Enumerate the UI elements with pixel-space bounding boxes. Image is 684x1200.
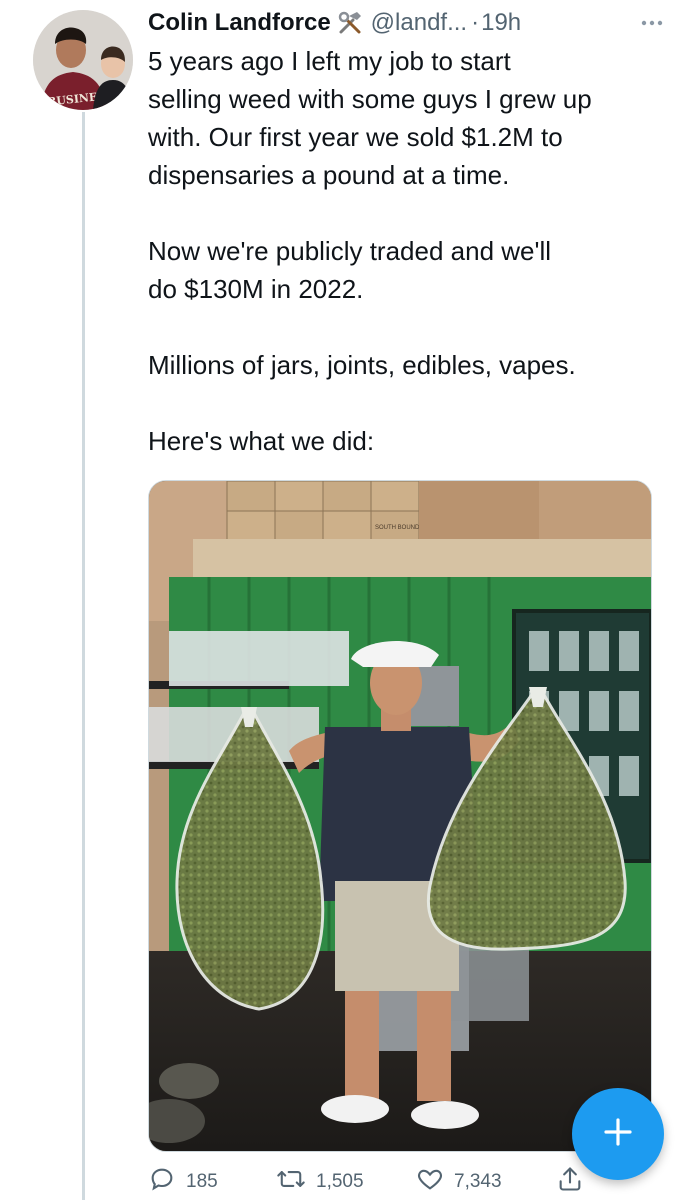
box-label: SOUTH BOUND [375, 525, 420, 531]
retweet-icon [276, 1165, 316, 1199]
tweet-text: 5 years ago I left my job to start selli… [148, 42, 658, 460]
author-handle[interactable]: @landf... [371, 9, 467, 37]
separator-dot: · [471, 9, 480, 36]
tweet-paragraph: Here's what we did: [148, 426, 375, 456]
wooden-beam [193, 539, 651, 579]
tweet-timestamp[interactable]: 19h [481, 9, 521, 37]
author-name[interactable]: Colin Landforce [148, 9, 331, 37]
tweet-paragraph: Millions of jars, joints, edibles, vapes… [148, 350, 576, 380]
reply-icon [148, 1165, 186, 1199]
tweet-paragraph: Now we're publicly traded and we'll do $… [148, 236, 552, 304]
compose-tweet-button[interactable] [572, 1088, 664, 1180]
more-options-icon[interactable] [640, 18, 664, 28]
reply-button[interactable]: 185 [148, 1165, 276, 1199]
tweet-header: Colin Landforce @landf... · 19h [148, 6, 664, 40]
avatar[interactable]: BUSINESS [33, 10, 133, 110]
cardboard-boxes: SOUTH BOUND [226, 481, 651, 548]
plus-icon [601, 1115, 635, 1154]
like-count: 7,343 [454, 1171, 502, 1192]
reply-count: 185 [186, 1171, 218, 1192]
share-button[interactable] [556, 1165, 594, 1199]
like-button[interactable]: 7,343 [416, 1165, 556, 1199]
hammer-wrench-icon [337, 10, 363, 36]
tweet-photo[interactable]: SOUTH BOUND [148, 480, 652, 1152]
retweet-count: 1,505 [316, 1171, 364, 1192]
heart-icon [416, 1165, 454, 1199]
tweet-paragraph: 5 years ago I left my job to start selli… [148, 46, 592, 190]
retweet-button[interactable]: 1,505 [276, 1165, 416, 1199]
thread-line [82, 112, 85, 1200]
share-icon [556, 1165, 594, 1199]
action-bar: 185 1,505 7,343 [148, 1165, 648, 1199]
